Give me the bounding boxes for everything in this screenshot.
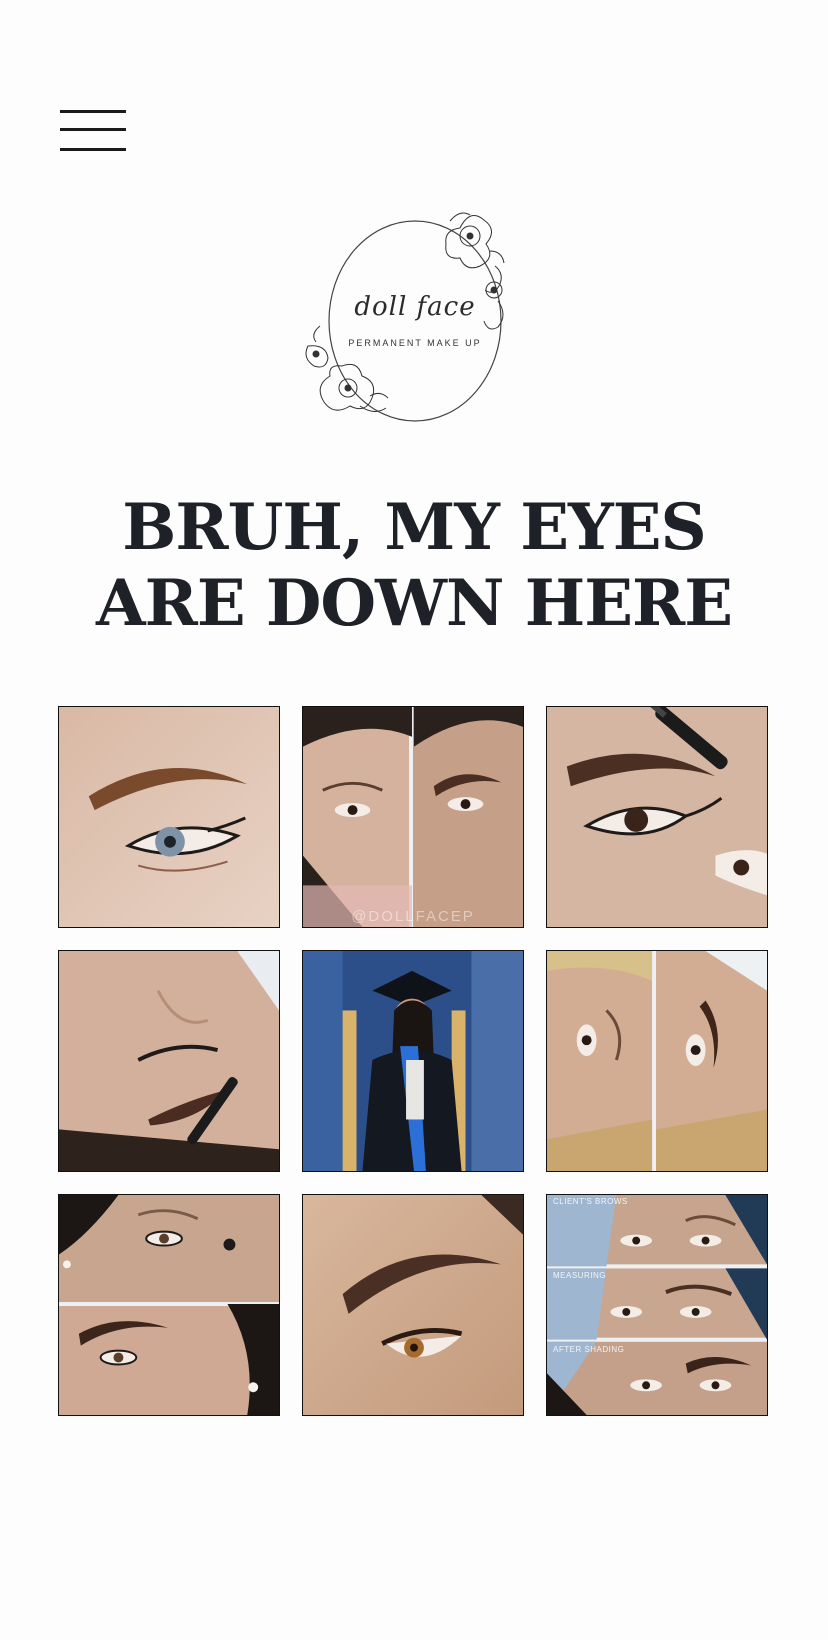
step-caption: MEASURING: [553, 1271, 606, 1280]
brow-closeup-image: [59, 707, 279, 927]
logo-script-text: doll face: [354, 292, 476, 322]
gallery-image[interactable]: [58, 1194, 280, 1416]
gallery-image[interactable]: [302, 950, 524, 1172]
logo-subtitle: PERMANENT MAKE UP: [348, 338, 482, 348]
watermark-text: @DOLLFACEP: [351, 908, 475, 925]
before-after-image: [303, 707, 523, 927]
finished-brow-image: [303, 1195, 523, 1415]
spoolie-brow-image: [547, 707, 767, 927]
before-after-lying-image: [547, 951, 767, 1171]
gallery-image[interactable]: [58, 706, 280, 928]
gallery-image[interactable]: [546, 706, 768, 928]
gallery-image[interactable]: @DOLLFACEP: [302, 706, 524, 928]
three-step-brow-image: [547, 1195, 767, 1415]
gallery-image[interactable]: [546, 950, 768, 1172]
menu-line: [60, 148, 126, 151]
menu-line: [60, 110, 126, 113]
image-gallery: @DOLLFACEP CLIENT'S BROWS MEASURING AFTE…: [58, 706, 770, 1418]
page-headline: BRUH, MY EYES ARE DOWN HERE: [95, 490, 733, 641]
step-caption: AFTER SHADING: [553, 1345, 625, 1354]
dollface-logo[interactable]: doll face PERMANENT MAKE UP: [300, 206, 530, 436]
two-panel-brow-image: [59, 1195, 279, 1415]
page: doll face PERMANENT MAKE UP BRUH, MY EYE…: [0, 0, 828, 1640]
step-caption: CLIENT'S BROWS: [553, 1197, 628, 1206]
gallery-image[interactable]: [58, 950, 280, 1172]
hamburger-menu-button[interactable]: [60, 106, 126, 156]
graduate-photo-image: [303, 951, 523, 1171]
menu-line: [60, 128, 126, 131]
client-brow-spoolie-image: [59, 951, 279, 1171]
gallery-image[interactable]: [302, 1194, 524, 1416]
gallery-image[interactable]: CLIENT'S BROWS MEASURING AFTER SHADING: [546, 1194, 768, 1416]
